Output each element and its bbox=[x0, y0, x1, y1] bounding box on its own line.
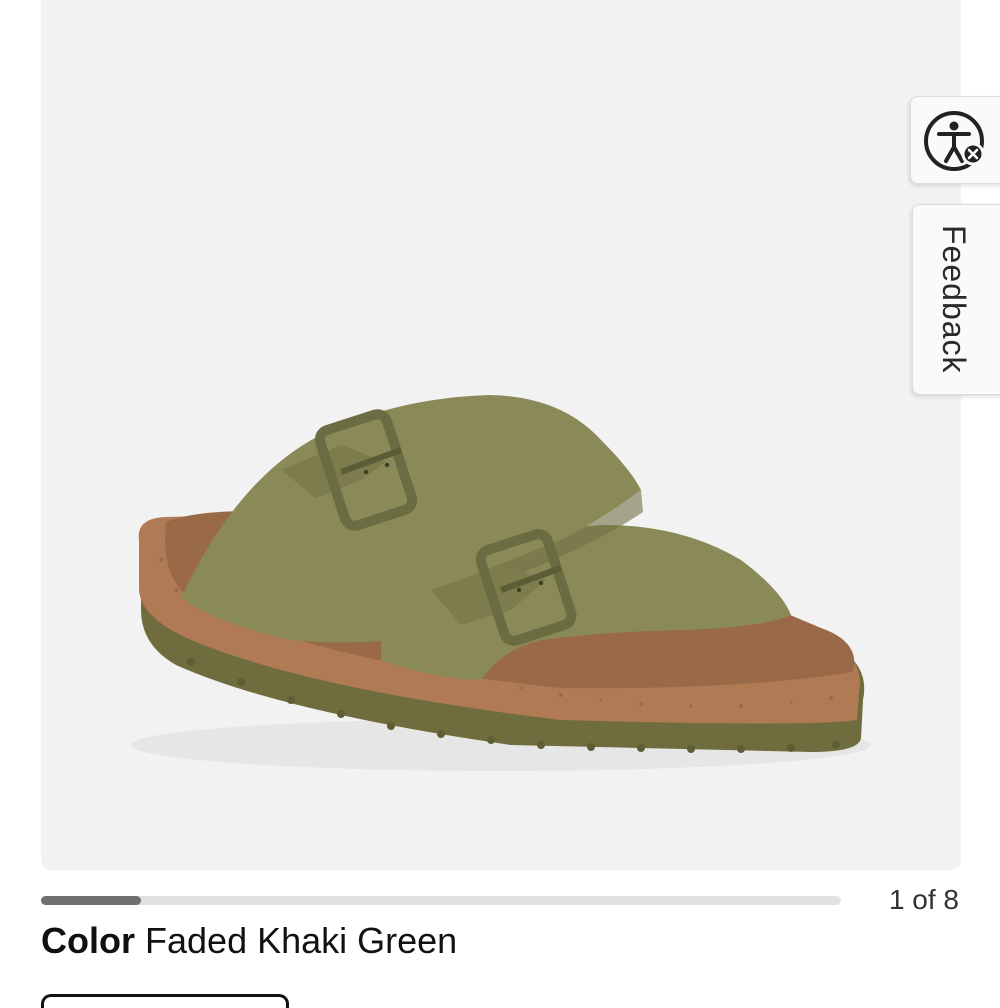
feedback-label: Feedback bbox=[936, 225, 972, 374]
product-image-gallery[interactable] bbox=[41, 0, 961, 870]
accessibility-icon bbox=[924, 111, 985, 171]
gallery-progress-bar bbox=[41, 896, 841, 905]
selected-color-swatch[interactable] bbox=[41, 994, 289, 1008]
color-row: Color Faded Khaki Green bbox=[41, 920, 457, 962]
feedback-tab[interactable]: Feedback bbox=[912, 204, 1000, 395]
color-label: Color bbox=[41, 920, 135, 961]
color-value: Faded Khaki Green bbox=[145, 920, 458, 961]
gallery-progress-fill bbox=[41, 896, 141, 905]
gallery-counter: 1 of 8 bbox=[888, 884, 959, 915]
accessibility-button[interactable] bbox=[910, 96, 1000, 184]
product-image bbox=[131, 395, 871, 771]
